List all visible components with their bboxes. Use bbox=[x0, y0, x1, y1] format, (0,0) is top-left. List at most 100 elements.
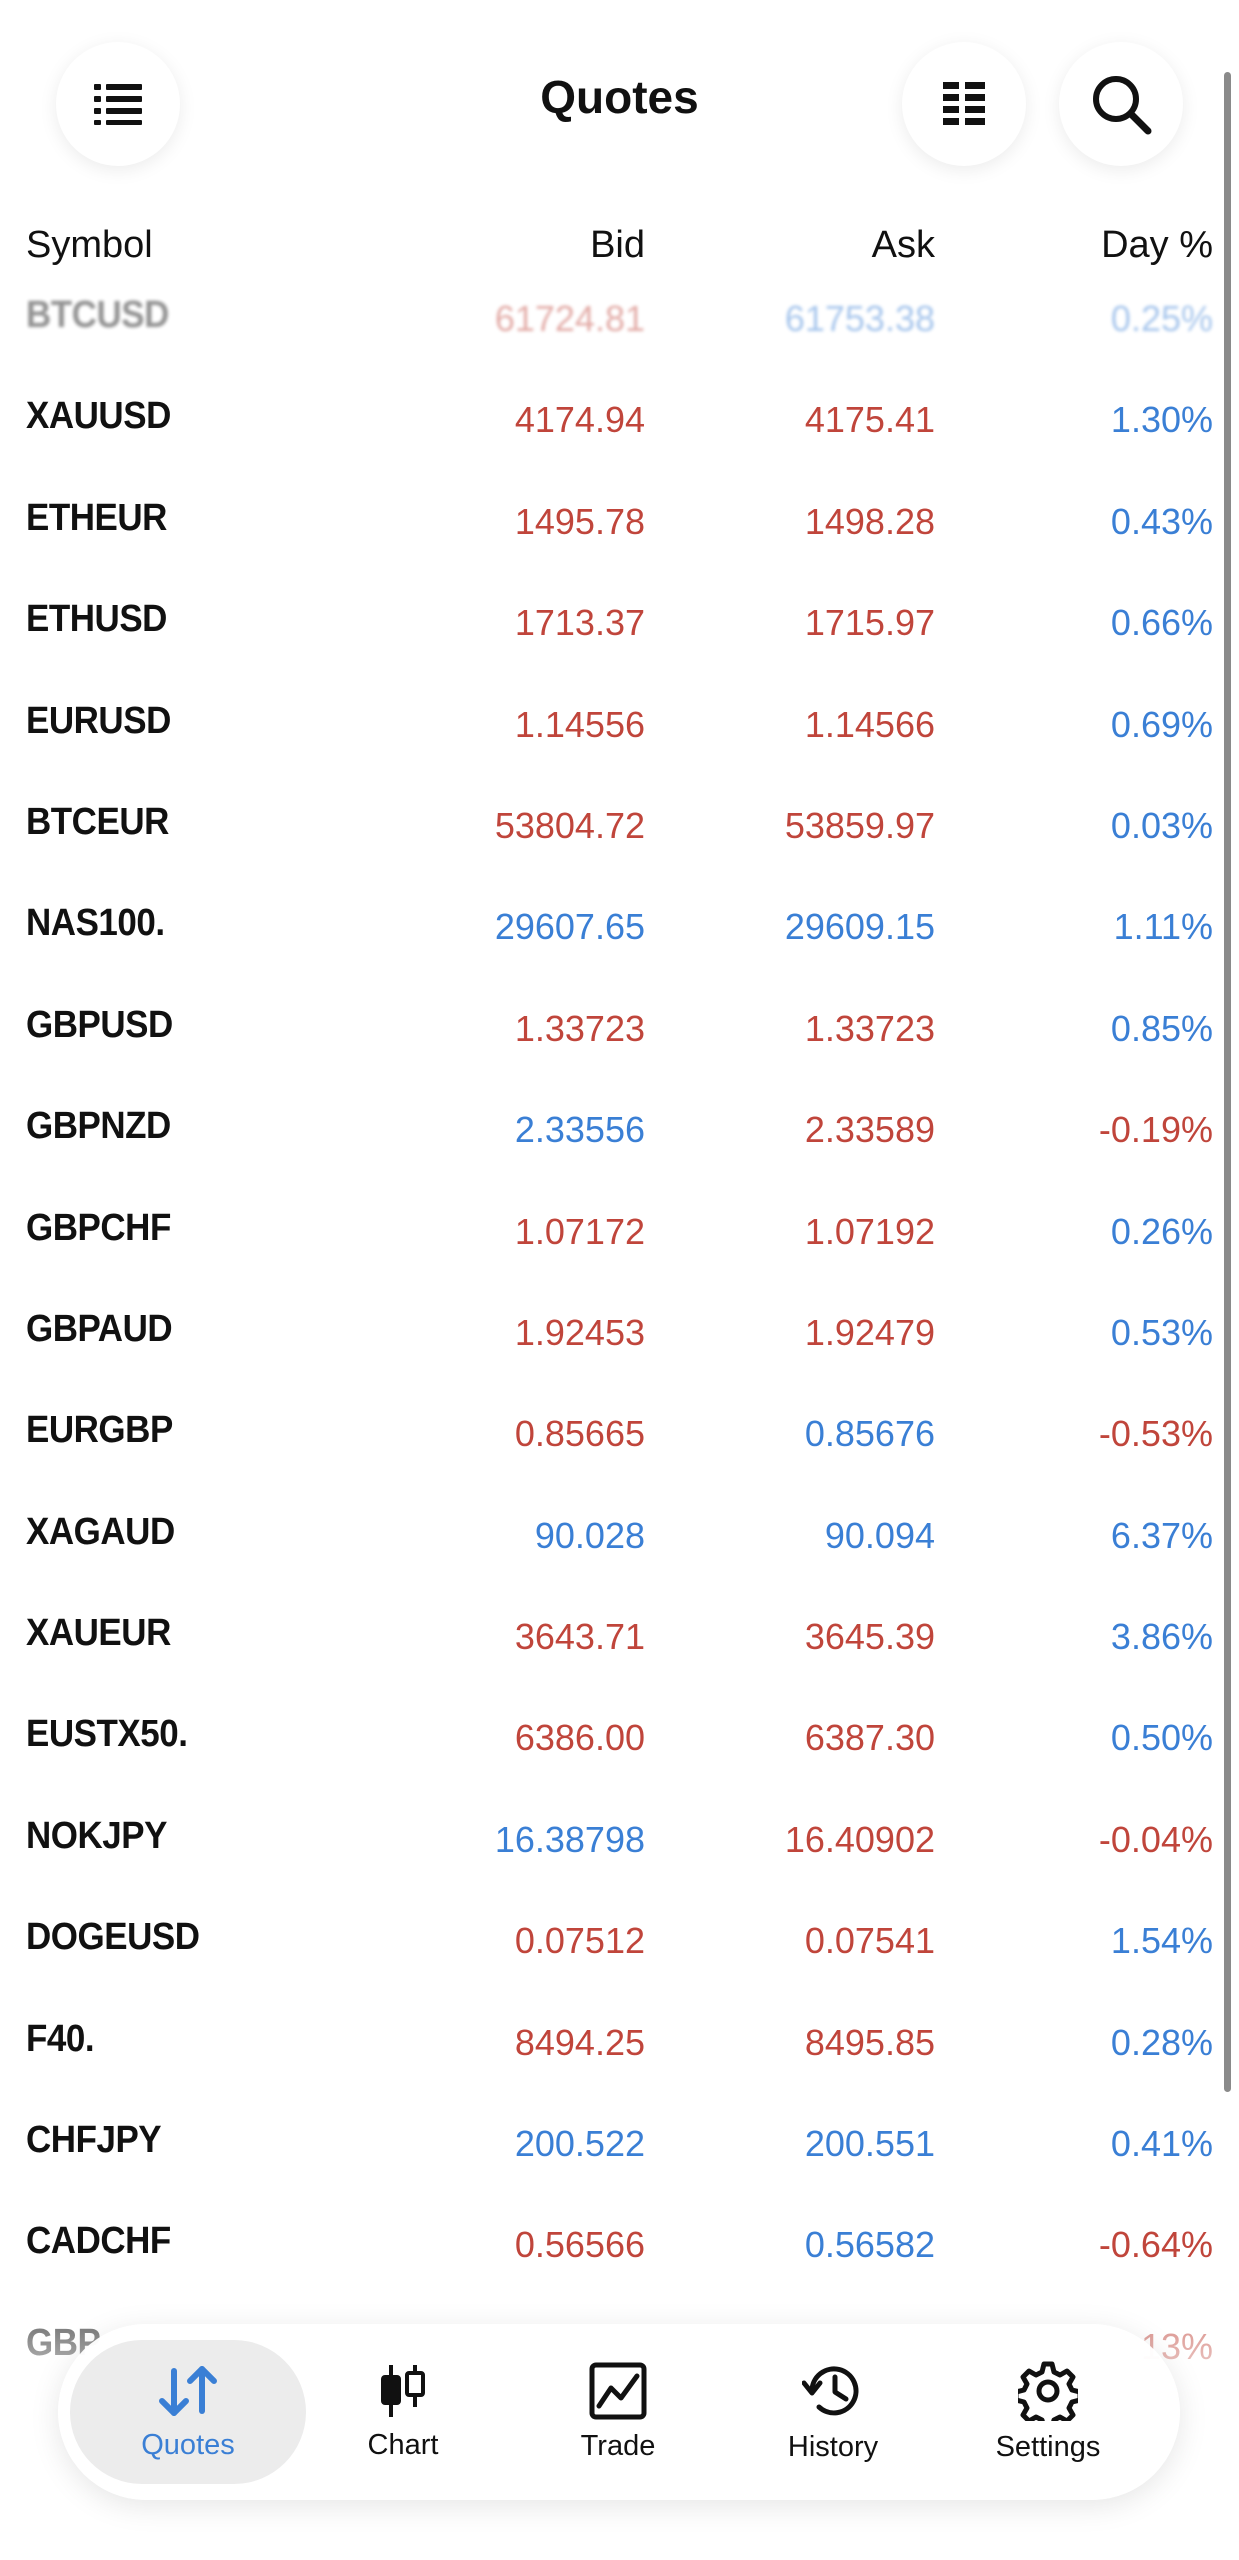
quote-bid: 16.38798 bbox=[494, 1818, 645, 1860]
quote-row[interactable]: ETHEUR 1495.78 1498.28 0.43% bbox=[0, 475, 1239, 576]
quote-ask: 2.33589 bbox=[804, 1109, 935, 1151]
quote-ask: 16.40902 bbox=[784, 1818, 935, 1860]
quote-row[interactable]: EURGBP 0.85665 0.85676 -0.53% bbox=[0, 1387, 1239, 1488]
quote-bid: 0.07512 bbox=[514, 1920, 645, 1962]
quote-ask: 6387.30 bbox=[804, 1717, 935, 1759]
quote-row[interactable]: BTCEUR 53804.72 53859.97 0.03% bbox=[0, 779, 1239, 880]
quote-row[interactable]: EUSTX50. 6386.00 6387.30 0.50% bbox=[0, 1691, 1239, 1792]
quote-ask: 1498.28 bbox=[804, 500, 935, 542]
quote-row[interactable]: GBPCHF 1.07172 1.07192 0.26% bbox=[0, 1185, 1239, 1286]
quote-bid: 1495.78 bbox=[514, 500, 645, 542]
nav-tab-settings-label: Settings bbox=[995, 2430, 1101, 2463]
quote-bid: 61724.81 bbox=[494, 298, 645, 339]
quote-bid: 29607.65 bbox=[494, 906, 645, 948]
quote-ask: 90.094 bbox=[824, 1514, 935, 1556]
quote-ask: 61753.38 bbox=[784, 298, 935, 339]
quote-row[interactable]: XAUUSD 4174.94 4175.41 1.30% bbox=[0, 373, 1239, 474]
nav-tab-quotes[interactable]: Quotes bbox=[83, 2324, 293, 2500]
quote-day-change: 0.41% bbox=[1110, 2123, 1213, 2165]
quote-ask: 29609.15 bbox=[784, 906, 935, 948]
quote-row[interactable]: CHFJPY 200.522 200.551 0.41% bbox=[0, 2097, 1239, 2198]
page-title: Quotes bbox=[540, 71, 699, 123]
quote-bid: 90.028 bbox=[534, 1514, 645, 1556]
quote-row[interactable]: ETHUSD 1713.37 1715.97 0.66% bbox=[0, 576, 1239, 677]
nav-tab-settings[interactable]: Settings bbox=[943, 2324, 1153, 2500]
quote-symbol: ETHEUR bbox=[26, 496, 167, 539]
quote-day-change: 0.53% bbox=[1110, 1311, 1213, 1353]
nav-tab-history[interactable]: History bbox=[728, 2324, 938, 2500]
quotes-list: BTCUSD 61724.81 61753.38 0.25% XAUUSD 4174.94… bbox=[0, 272, 1239, 2401]
bottom-navigation: Quotes Chart Trade History Settings bbox=[58, 2324, 1180, 2500]
quote-row[interactable]: BTCUSD 61724.81 61753.38 0.25% bbox=[0, 272, 1239, 373]
quotes-arrows-icon bbox=[159, 2365, 217, 2416]
quote-bid: 1.14556 bbox=[514, 703, 645, 745]
quote-ask: 8495.85 bbox=[804, 2021, 935, 2063]
quote-symbol: EURUSD bbox=[26, 699, 171, 742]
quote-row[interactable]: NOKJPY 16.38798 16.40902 -0.04% bbox=[0, 1793, 1239, 1894]
quote-row[interactable]: CADCHF 0.56566 0.56582 -0.64% bbox=[0, 2198, 1239, 2299]
quote-day-change: 0.28% bbox=[1110, 2021, 1213, 2063]
quote-bid: 3643.71 bbox=[514, 1616, 645, 1658]
quote-bid: 2.33556 bbox=[514, 1109, 645, 1151]
quote-ask: 1.14566 bbox=[804, 703, 935, 745]
column-header-ask[interactable]: Ask bbox=[872, 224, 935, 267]
quote-day-change: 3.86% bbox=[1110, 1616, 1213, 1658]
quote-row[interactable]: NAS100. 29607.65 29609.15 1.11% bbox=[0, 880, 1239, 981]
column-header-day[interactable]: Day % bbox=[1101, 224, 1213, 267]
quote-ask: 1.92479 bbox=[804, 1311, 935, 1353]
top-bar: Quotes bbox=[0, 0, 1239, 210]
quote-row[interactable]: XAGAUD 90.028 90.094 6.37% bbox=[0, 1489, 1239, 1590]
quote-row[interactable]: F40. 8494.25 8495.85 0.28% bbox=[0, 1996, 1239, 2097]
candlestick-icon bbox=[381, 2364, 425, 2417]
quote-row[interactable]: XAUEUR 3643.71 3645.39 3.86% bbox=[0, 1590, 1239, 1691]
search-button[interactable] bbox=[1059, 42, 1183, 166]
quote-symbol: GBPAUD bbox=[26, 1307, 173, 1350]
table-view-icon bbox=[943, 82, 985, 125]
quote-symbol: GBPCHF bbox=[26, 1206, 171, 1249]
quote-day-change: 1.30% bbox=[1110, 399, 1213, 441]
quote-day-change: 0.43% bbox=[1110, 500, 1213, 542]
quote-bid: 53804.72 bbox=[494, 804, 645, 846]
quote-symbol: XAGAUD bbox=[26, 1510, 175, 1553]
quote-symbol: EUSTX50. bbox=[26, 1713, 188, 1756]
quote-row[interactable]: GBPAUD 1.92453 1.92479 0.53% bbox=[0, 1286, 1239, 1387]
quote-row[interactable]: GBPNZD 2.33556 2.33589 -0.19% bbox=[0, 1083, 1239, 1184]
quote-bid: 0.85665 bbox=[514, 1413, 645, 1455]
gear-icon bbox=[1018, 2361, 1078, 2421]
quote-ask: 1715.97 bbox=[804, 602, 935, 644]
quote-symbol: CADCHF bbox=[26, 2220, 171, 2263]
quote-day-change: 6.37% bbox=[1110, 1514, 1213, 1556]
quote-symbol: XAUEUR bbox=[26, 1612, 171, 1655]
quote-ask: 53859.97 bbox=[784, 804, 935, 846]
nav-tab-trade[interactable]: Trade bbox=[513, 2324, 723, 2500]
quote-day-change: 0.69% bbox=[1110, 703, 1213, 745]
quote-bid: 200.522 bbox=[514, 2123, 645, 2165]
quote-symbol: XAUUSD bbox=[26, 395, 171, 438]
quote-symbol: NAS100. bbox=[26, 902, 165, 945]
quote-day-change: 0.25% bbox=[1110, 298, 1213, 339]
quote-bid: 0.56566 bbox=[514, 2224, 645, 2266]
quote-day-change: 0.26% bbox=[1110, 1210, 1213, 1252]
column-header-bid[interactable]: Bid bbox=[590, 224, 645, 267]
quote-symbol: BTCUSD bbox=[26, 294, 169, 336]
trade-chart-icon bbox=[589, 2362, 647, 2419]
quote-bid: 1.07172 bbox=[514, 1210, 645, 1252]
nav-tab-history-label: History bbox=[787, 2430, 879, 2463]
quote-row[interactable]: DOGEUSD 0.07512 0.07541 1.54% bbox=[0, 1894, 1239, 1995]
quote-day-change: 0.85% bbox=[1110, 1007, 1213, 1049]
quote-day-change: 0.03% bbox=[1110, 804, 1213, 846]
column-header-symbol[interactable]: Symbol bbox=[26, 224, 153, 267]
nav-tab-chart[interactable]: Chart bbox=[298, 2324, 508, 2500]
quote-bid: 1.92453 bbox=[514, 1311, 645, 1353]
quote-symbol: DOGEUSD bbox=[26, 1916, 200, 1959]
quote-symbol: GBPNZD bbox=[26, 1105, 171, 1148]
quote-symbol: NOKJPY bbox=[26, 1814, 168, 1857]
quote-day-change: -0.64% bbox=[1098, 2224, 1213, 2266]
view-mode-button[interactable] bbox=[902, 42, 1026, 166]
quote-row[interactable]: EURUSD 1.14556 1.14566 0.69% bbox=[0, 678, 1239, 779]
quote-ask: 1.07192 bbox=[804, 1210, 935, 1252]
quote-row[interactable]: GBPUSD 1.33723 1.33723 0.85% bbox=[0, 982, 1239, 1083]
quote-day-change: 0.66% bbox=[1110, 602, 1213, 644]
search-icon bbox=[1093, 76, 1152, 135]
quote-symbol: CHFJPY bbox=[26, 2119, 162, 2162]
